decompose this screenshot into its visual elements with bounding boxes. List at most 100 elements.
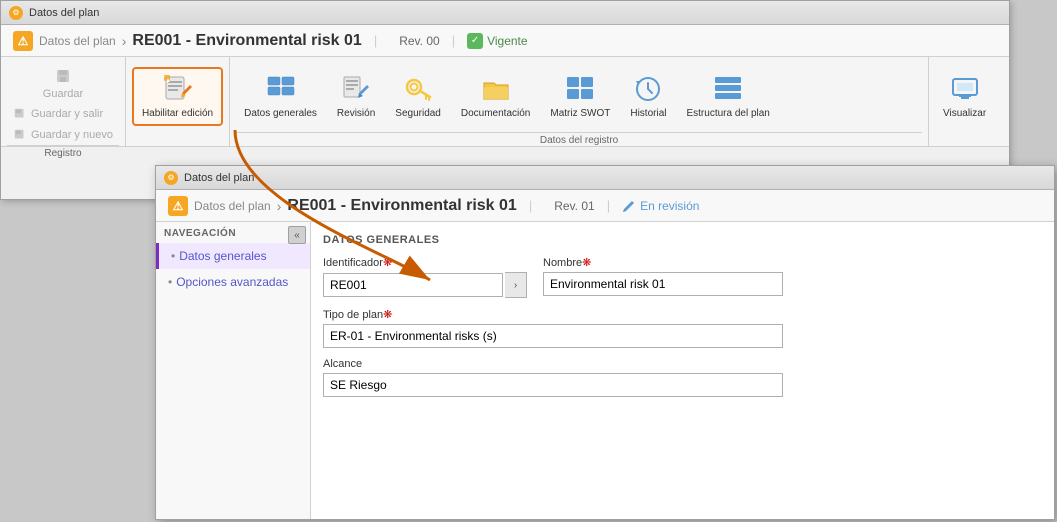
revision-icon [340, 73, 372, 105]
key-icon [404, 75, 432, 103]
nav-collapse-btn[interactable]: « [288, 226, 306, 244]
pipe1: | [374, 33, 377, 48]
monitor-icon [951, 75, 979, 103]
bg-habilitar-buttons: ▲ Habilitar edición [132, 61, 223, 132]
fg-title-bar: ⚙ Datos del plan [156, 166, 1054, 190]
section-title: DATOS GENERALES [323, 234, 1042, 246]
svg-text:▲: ▲ [165, 78, 171, 84]
breadcrumb-prefix: Datos del plan [39, 34, 116, 48]
bg-breadcrumb: ⚠ Datos del plan › RE001 - Environmental… [1, 25, 1009, 57]
nombre-field: Nombre❋ [543, 256, 783, 298]
identificador-input-group: › [323, 272, 527, 298]
bg-estructura-btn[interactable]: Estructura del plan [678, 69, 777, 124]
matrix-icon [565, 75, 595, 103]
fg-breadcrumb-prefix: Datos del plan [194, 199, 271, 213]
datos-generales-label: Datos generales [244, 108, 317, 120]
matriz-icon [564, 73, 596, 105]
form-row-2: Tipo de plan❋ [323, 308, 1042, 348]
nav-item-datos-generales[interactable]: • Datos generales [156, 243, 310, 269]
fg-gear-icon: ⚙ [164, 171, 178, 185]
tipo-plan-field: Tipo de plan❋ [323, 308, 783, 348]
history-icon [634, 75, 662, 103]
collapse-icon: « [294, 230, 300, 241]
nav-item-datos-label: Datos generales [179, 249, 266, 263]
fg-warning-icon: ⚠ [168, 196, 188, 216]
alcance-field: Alcance [323, 358, 783, 397]
bg-datos-registro-section: Datos generales Revisión [230, 57, 929, 146]
visualizar-label: Visualizar [943, 108, 986, 120]
bg-title-bar: ⚙ Datos del plan [1, 1, 1009, 25]
bg-historial-btn[interactable]: Historial [622, 69, 674, 124]
bg-registro-buttons: Guardar Guardar y salir Guardar y nuevo [7, 61, 119, 145]
documentacion-label: Documentación [461, 108, 530, 120]
bg-visualizar-btn[interactable]: Visualizar [935, 69, 994, 124]
tipo-plan-input[interactable] [323, 324, 783, 348]
datos-registro-section-label: Datos del registro [236, 132, 922, 146]
warning-icon: ⚠ [13, 31, 33, 51]
save-icon [55, 68, 71, 84]
guardar-salir-label: Guardar y salir [31, 108, 103, 120]
required-star: ❋ [383, 257, 392, 269]
gear-icon: ⚙ [9, 6, 23, 20]
estructura-label: Estructura del plan [686, 108, 769, 120]
fg-content-area: DATOS GENERALES Identificador❋ › Nombre❋ [311, 222, 1054, 519]
nav-item-opciones[interactable]: • Opciones avanzadas [156, 269, 310, 295]
tipo-required: ❋ [383, 309, 392, 321]
seguridad-label: Seguridad [395, 108, 441, 120]
historial-label: Historial [630, 108, 666, 120]
status-text: Vigente [487, 34, 527, 48]
bg-visualizar-section: Visualizar Visualizar [929, 57, 1009, 146]
check-icon: ✓ [467, 33, 483, 49]
nombre-label: Nombre❋ [543, 256, 783, 269]
bg-revision-btn[interactable]: Revisión [329, 69, 383, 124]
pencil-icon [622, 199, 636, 213]
guardar-nuevo-label: Guardar y nuevo [31, 129, 113, 141]
bg-seguridad-btn[interactable]: Seguridad [387, 69, 449, 124]
nav-bullet-2: • [168, 275, 172, 289]
tipo-plan-label: Tipo de plan❋ [323, 308, 783, 321]
revision-label: Revisión [337, 108, 375, 120]
visualizar-icon [949, 73, 981, 105]
status-badge: ✓ Vigente [467, 33, 527, 49]
pipe2: | [452, 33, 455, 48]
nav-item-opciones-label: Opciones avanzadas [176, 275, 288, 289]
edit-enable-icon: ▲ [162, 73, 194, 105]
datos-gen-icon [266, 75, 296, 103]
nombre-input[interactable] [543, 272, 783, 296]
form-row-3: Alcance [323, 358, 1042, 397]
registro-section-label: Registro [7, 145, 119, 159]
bg-datos-buttons: Datos generales Revisión [236, 61, 922, 132]
identificador-arrow-btn[interactable]: › [505, 272, 527, 298]
habilitar-icon: ▲ [162, 73, 194, 105]
fg-pipe1: | [529, 198, 532, 213]
bg-window-title: Datos del plan [29, 7, 99, 19]
fg-breadcrumb-title: RE001 - Environmental risk 01 [287, 197, 516, 215]
fg-status-badge: En revisión [622, 199, 699, 213]
save-exit-icon [13, 107, 27, 121]
bg-registro-section: Guardar Guardar y salir Guardar y nuevo … [1, 57, 126, 146]
alcance-input[interactable] [323, 373, 783, 397]
bg-guardar-btn[interactable]: Guardar [7, 65, 119, 103]
bg-visualizar-buttons: Visualizar [935, 61, 1003, 132]
bg-guardar-nuevo-btn[interactable]: Guardar y nuevo [7, 125, 119, 145]
identificador-input[interactable] [323, 273, 503, 297]
fg-nav-sidebar: NAVEGACIÓN • Datos generales • Opciones … [156, 222, 311, 519]
seguridad-icon [402, 73, 434, 105]
habilitar-label: Habilitar edición [142, 108, 213, 120]
bg-documentacion-btn[interactable]: Documentación [453, 69, 538, 124]
nav-title: NAVEGACIÓN [156, 222, 310, 243]
form-row-1: Identificador❋ › Nombre❋ [323, 256, 1042, 298]
nav-bullet-1: • [171, 249, 175, 263]
revision-svg-icon [341, 75, 371, 103]
bg-guardar-salir-btn[interactable]: Guardar y salir [7, 104, 109, 124]
rev-badge: Rev. 00 [399, 34, 439, 48]
fg-status-text: En revisión [640, 199, 699, 213]
bg-matriz-btn[interactable]: Matriz SWOT [542, 69, 618, 124]
folder-icon [482, 75, 510, 103]
identificador-field: Identificador❋ › [323, 256, 527, 298]
fg-breadcrumb: ⚠ Datos del plan › RE001 - Environmental… [156, 190, 1054, 222]
bg-habilitar-btn[interactable]: ▲ Habilitar edición [132, 67, 223, 126]
bg-toolbar: Guardar Guardar y salir Guardar y nuevo … [1, 57, 1009, 147]
bg-datos-generales-btn[interactable]: Datos generales [236, 69, 325, 124]
identificador-label: Identificador❋ [323, 256, 527, 269]
